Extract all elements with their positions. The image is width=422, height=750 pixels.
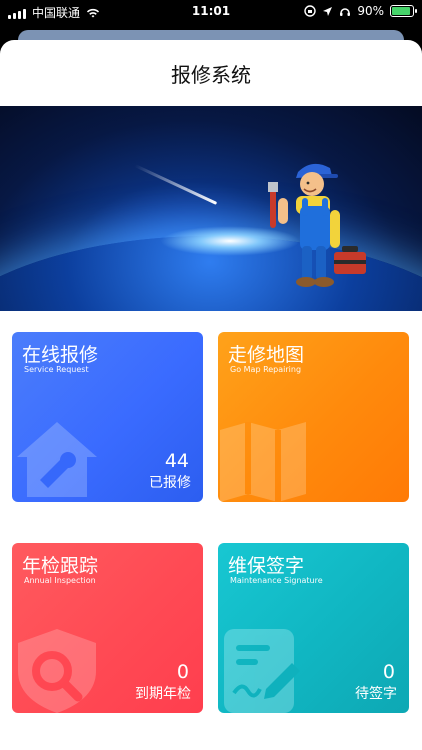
battery-percent: 90% [357, 4, 384, 18]
inspection-count-label: 到期年检 [135, 686, 191, 702]
card-subtitle: Service Request [24, 365, 89, 374]
card-title: 走修地图 [228, 344, 305, 366]
repairman-illustration [268, 163, 366, 287]
status-right: 90% [304, 4, 417, 18]
status-bar: 中国联通 11:01 90% [0, 0, 422, 24]
house-wrench-icon [17, 422, 97, 497]
headphones-icon [340, 8, 351, 16]
battery-icon [390, 5, 417, 17]
lock-rotation-icon [304, 5, 317, 17]
signature-count: 0 [382, 661, 395, 683]
main-sheet: 报修系统 在线报修 Service Request 44 已报修 走修地图 Go… [0, 40, 422, 750]
request-count: 44 [164, 450, 189, 472]
card-maintenance-signature[interactable]: 维保签字 Maintenance Signature 0 待签字 [218, 543, 409, 713]
card-service-request[interactable]: 在线报修 Service Request 44 已报修 [12, 332, 203, 502]
location-icon [323, 6, 333, 16]
signature-document-icon [224, 629, 300, 713]
card-title: 维保签字 [228, 555, 305, 577]
card-annual-inspection[interactable]: 年检跟踪 Annual Inspection 0 到期年检 [12, 543, 203, 713]
card-subtitle: Maintenance Signature [230, 576, 323, 585]
page-title: 报修系统 [171, 62, 251, 87]
card-go-map[interactable]: 走修地图 Go Map Repairing [218, 332, 409, 502]
card-subtitle: Annual Inspection [24, 576, 96, 585]
meteor-graphic [134, 164, 218, 205]
card-title: 在线报修 [22, 344, 99, 366]
signature-count-label: 待签字 [355, 686, 397, 702]
banner-image [0, 106, 422, 311]
shield-search-icon [18, 629, 96, 713]
inspection-count: 0 [176, 661, 189, 683]
card-subtitle: Go Map Repairing [230, 365, 302, 374]
card-title: 年检跟踪 [22, 555, 99, 577]
folded-map-icon [220, 422, 306, 502]
request-count-label: 已报修 [149, 475, 191, 491]
